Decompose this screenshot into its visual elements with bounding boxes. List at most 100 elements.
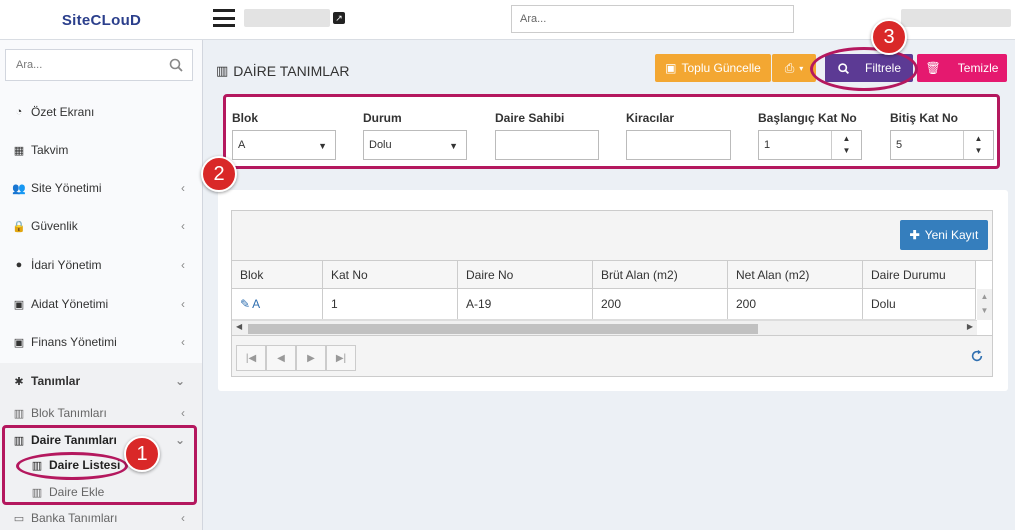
- sidebar-item-label: Site Yönetimi: [31, 181, 102, 195]
- spin-down-icon[interactable]: ▼: [843, 145, 851, 157]
- table-cell: Dolu: [863, 289, 976, 319]
- spin-up-icon[interactable]: ▲: [975, 133, 983, 145]
- column-header-daire-no[interactable]: Daire No: [458, 261, 593, 288]
- scroll-down-icon[interactable]: ▼: [977, 306, 992, 315]
- column-header-net-alan[interactable]: Net Alan (m2): [728, 261, 863, 288]
- print-icon: ⎙: [784, 60, 795, 75]
- dashboard-icon: ◔: [15, 106, 23, 118]
- column-header-brut-alan[interactable]: Brüt Alan (m2): [593, 261, 728, 288]
- search-icon[interactable]: [168, 57, 184, 73]
- data-grid: ✚ Yeni Kayıt Blok Kat No Daire No Brüt A…: [231, 210, 993, 377]
- bitis-kat-value: 5: [896, 139, 903, 151]
- column-header-blok[interactable]: Blok: [232, 261, 323, 288]
- caret-down-icon: ▼: [449, 141, 458, 151]
- money-icon: ▣: [13, 336, 25, 349]
- kiracilar-input[interactable]: [626, 130, 731, 160]
- scroll-left-icon[interactable]: ◀: [236, 322, 242, 331]
- blok-select-value: A: [238, 139, 246, 151]
- table-cell: 200: [728, 289, 863, 319]
- clear-label: Temizle: [957, 61, 999, 75]
- redacted-user[interactable]: [901, 9, 1011, 27]
- logo[interactable]: SiteCLouD: [0, 0, 203, 40]
- menu-toggle-icon[interactable]: [213, 9, 235, 27]
- annotation-badge-2: 2: [201, 156, 237, 192]
- number-spinner[interactable]: ▲ ▼: [963, 131, 993, 159]
- page-title-text: DAİRE TANIMLAR: [233, 63, 350, 79]
- pager: |◀ ◀ ▶ ▶|: [232, 335, 992, 376]
- sidebar-item-ozet[interactable]: ◔ Özet Ekranı: [0, 93, 202, 131]
- last-page-icon[interactable]: ▶|: [326, 345, 356, 371]
- plus-icon: ✚: [909, 228, 920, 242]
- gear-icon: ✱: [14, 375, 24, 388]
- sidebar-item-label: Güvenlik: [31, 219, 78, 233]
- sidebar-item-tanimlar[interactable]: ✱ Tanımlar ⌄: [0, 362, 202, 400]
- building-icon: ▥: [13, 407, 25, 420]
- top-search-input[interactable]: [511, 5, 794, 33]
- filter-label-baslangic: Başlangıç Kat No: [758, 111, 857, 125]
- refresh-icon[interactable]: [970, 349, 984, 363]
- chevron-left-icon: ‹: [181, 219, 185, 233]
- number-spinner[interactable]: ▲ ▼: [831, 131, 861, 159]
- blok-select[interactable]: A ▼: [232, 130, 336, 160]
- table-cell: A-19: [458, 289, 593, 319]
- grid-toolbar: ✚ Yeni Kayıt: [232, 211, 992, 261]
- sidebar-item-label: Blok Tanımları: [31, 406, 107, 420]
- sidebar-item-label: Takvim: [31, 143, 69, 157]
- table-cell: 200: [593, 289, 728, 319]
- clear-button[interactable]: 🗑 Temizle: [917, 54, 1007, 82]
- external-link-icon[interactable]: ↗: [333, 12, 345, 24]
- page-title: ▥ DAİRE TANIMLAR: [216, 63, 349, 79]
- scroll-up-icon[interactable]: ▲: [977, 292, 992, 301]
- table-row[interactable]: ✎ A 1 A-19 200 200 Dolu: [232, 289, 976, 320]
- sidebar-item-site-yonetimi[interactable]: 👥 Site Yönetimi ‹: [0, 169, 202, 207]
- users-icon: 👥: [12, 182, 26, 195]
- save-icon: ▣: [665, 61, 677, 75]
- bitis-kat-input[interactable]: 5 ▲ ▼: [890, 130, 994, 160]
- chevron-left-icon: ‹: [181, 181, 185, 195]
- top-bar: SiteCLouD ↗: [0, 0, 1015, 40]
- money-icon: ▣: [13, 298, 25, 311]
- globe-icon: ●: [15, 259, 23, 271]
- sidebar-item-finans-yonetimi[interactable]: ▣ Finans Yönetimi ‹: [0, 323, 202, 361]
- blok-link[interactable]: A: [252, 297, 260, 311]
- caret-down-icon: ▼: [318, 141, 327, 151]
- sidebar-item-guvenlik[interactable]: 🔒 Güvenlik ‹: [0, 207, 202, 245]
- next-page-icon[interactable]: ▶: [296, 345, 326, 371]
- first-page-icon[interactable]: |◀: [236, 345, 266, 371]
- annotation-badge-3: 3: [871, 19, 907, 55]
- sidebar-item-label: İdari Yönetim: [31, 258, 102, 272]
- sidebar-search-input[interactable]: [6, 50, 156, 80]
- caret-down-icon: ▾: [799, 63, 804, 73]
- prev-page-icon[interactable]: ◀: [266, 345, 296, 371]
- new-record-button[interactable]: ✚ Yeni Kayıt: [900, 220, 988, 250]
- chevron-left-icon: ‹: [181, 297, 185, 311]
- scroll-thumb[interactable]: [248, 324, 758, 334]
- baslangic-kat-value: 1: [764, 139, 771, 151]
- scroll-right-icon[interactable]: ▶: [967, 322, 973, 331]
- column-header-daire-durumu[interactable]: Daire Durumu: [863, 261, 976, 288]
- credit-card-icon: ▭: [13, 512, 25, 525]
- edit-icon[interactable]: ✎: [240, 297, 250, 311]
- sidebar-item-blok-tanimlari[interactable]: ▥ Blok Tanımları ‹: [0, 400, 202, 426]
- grid-header: Blok Kat No Daire No Brüt Alan (m2) Net …: [232, 261, 976, 289]
- spin-up-icon[interactable]: ▲: [843, 133, 851, 145]
- daire-sahibi-input[interactable]: [495, 130, 599, 160]
- baslangic-kat-input[interactable]: 1 ▲ ▼: [758, 130, 862, 160]
- horizontal-scrollbar[interactable]: ◀ ▶: [232, 320, 977, 335]
- durum-select-value: Dolu: [369, 139, 392, 151]
- vertical-scrollbar[interactable]: ▲ ▼: [977, 289, 992, 320]
- durum-select[interactable]: Dolu ▼: [363, 130, 467, 160]
- column-header-kat-no[interactable]: Kat No: [323, 261, 458, 288]
- sidebar-item-banka-tanimlari[interactable]: ▭ Banka Tanımları ‹: [0, 505, 202, 530]
- sidebar-item-idari-yonetim[interactable]: ● İdari Yönetim ‹: [0, 246, 202, 284]
- bulk-update-button[interactable]: ▣ Toplu Güncelle: [655, 54, 771, 82]
- table-cell-blok[interactable]: ✎ A: [232, 289, 323, 319]
- chevron-left-icon: ‹: [181, 335, 185, 349]
- new-record-label: Yeni Kayıt: [924, 228, 979, 242]
- spin-down-icon[interactable]: ▼: [975, 145, 983, 157]
- building-icon: ▥: [216, 63, 229, 78]
- sidebar-item-takvim[interactable]: ▦ Takvim: [0, 131, 202, 169]
- sidebar-item-aidat-yonetimi[interactable]: ▣ Aidat Yönetimi ‹: [0, 285, 202, 323]
- filter-label-daire-sahibi: Daire Sahibi: [495, 111, 565, 125]
- filter-label-bitis: Bitiş Kat No: [890, 111, 959, 125]
